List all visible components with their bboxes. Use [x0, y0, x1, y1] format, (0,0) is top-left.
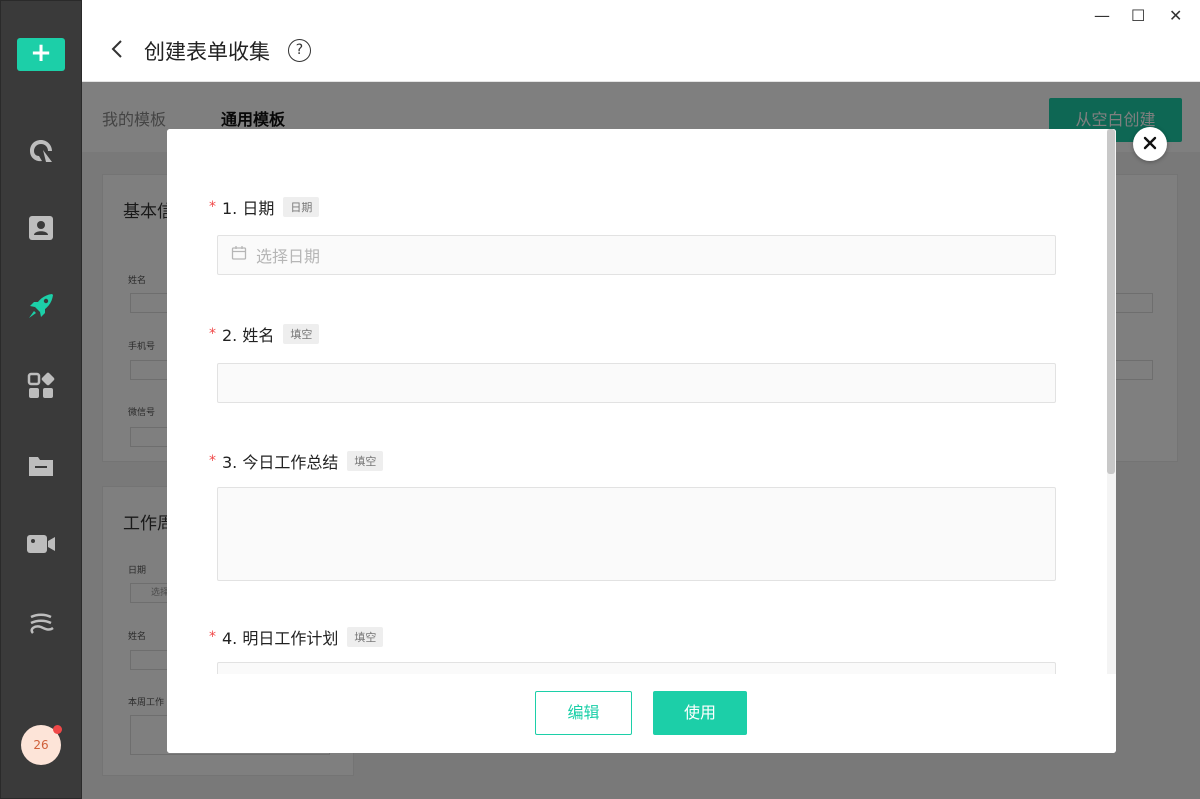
- date-placeholder: 选择日期: [256, 247, 321, 266]
- question-label: 2. 姓名: [222, 326, 275, 345]
- close-window-button[interactable]: ✕: [1169, 6, 1182, 25]
- logo-icon[interactable]: [26, 136, 56, 166]
- question-label: 4. 明日工作计划: [222, 629, 339, 648]
- required-mark: *: [209, 326, 216, 342]
- sidebar: + 26: [0, 0, 82, 799]
- summary-textarea[interactable]: [217, 487, 1056, 581]
- close-icon: [1143, 135, 1157, 154]
- apps-icon[interactable]: [26, 371, 56, 401]
- edit-button[interactable]: 编辑: [535, 691, 632, 735]
- use-button[interactable]: 使用: [653, 691, 747, 735]
- required-mark: *: [209, 199, 216, 215]
- question-4: * 4. 明日工作计划 填空: [209, 625, 384, 649]
- question-label: 1. 日期: [222, 199, 275, 218]
- date-field[interactable]: 选择日期: [217, 235, 1056, 275]
- help-icon[interactable]: ?: [288, 39, 311, 62]
- modal-footer: 编辑 使用: [167, 674, 1116, 753]
- question-type-tag: 填空: [283, 324, 320, 344]
- scrollbar-thumb[interactable]: [1107, 129, 1115, 474]
- question-3: * 3. 今日工作总结 填空: [209, 449, 384, 473]
- question-type-tag: 日期: [283, 197, 320, 217]
- cloud-icon[interactable]: [26, 609, 56, 639]
- minimize-button[interactable]: —: [1094, 6, 1110, 25]
- question-2: * 2. 姓名 填空: [209, 322, 320, 346]
- question-type-tag: 填空: [347, 451, 384, 471]
- notification-dot: [53, 725, 62, 734]
- question-type-tag: 填空: [347, 627, 384, 647]
- name-field[interactable]: [217, 363, 1056, 403]
- contact-icon[interactable]: [26, 213, 56, 243]
- question-label: 3. 今日工作总结: [222, 453, 339, 472]
- required-mark: *: [209, 453, 216, 469]
- back-arrow-icon[interactable]: [110, 38, 124, 64]
- page-title: 创建表单收集: [144, 40, 270, 64]
- template-preview-modal: * 1. 日期 日期 选择日期 * 2. 姓名 填空 * 3. 今日工作总结 填…: [167, 129, 1116, 753]
- title-bar: 创建表单收集 ? — ☐ ✕: [82, 0, 1200, 82]
- maximize-button[interactable]: ☐: [1131, 6, 1145, 25]
- required-mark: *: [209, 629, 216, 645]
- modal-body: * 1. 日期 日期 选择日期 * 2. 姓名 填空 * 3. 今日工作总结 填…: [167, 129, 1116, 674]
- plan-textarea[interactable]: [217, 662, 1056, 674]
- close-modal-button[interactable]: [1133, 127, 1167, 161]
- add-button[interactable]: +: [17, 38, 65, 71]
- rocket-icon[interactable]: [26, 291, 56, 321]
- video-icon[interactable]: [26, 529, 56, 559]
- question-1: * 1. 日期 日期: [209, 195, 320, 219]
- folder-icon[interactable]: [26, 451, 56, 481]
- calendar-icon: [231, 245, 247, 265]
